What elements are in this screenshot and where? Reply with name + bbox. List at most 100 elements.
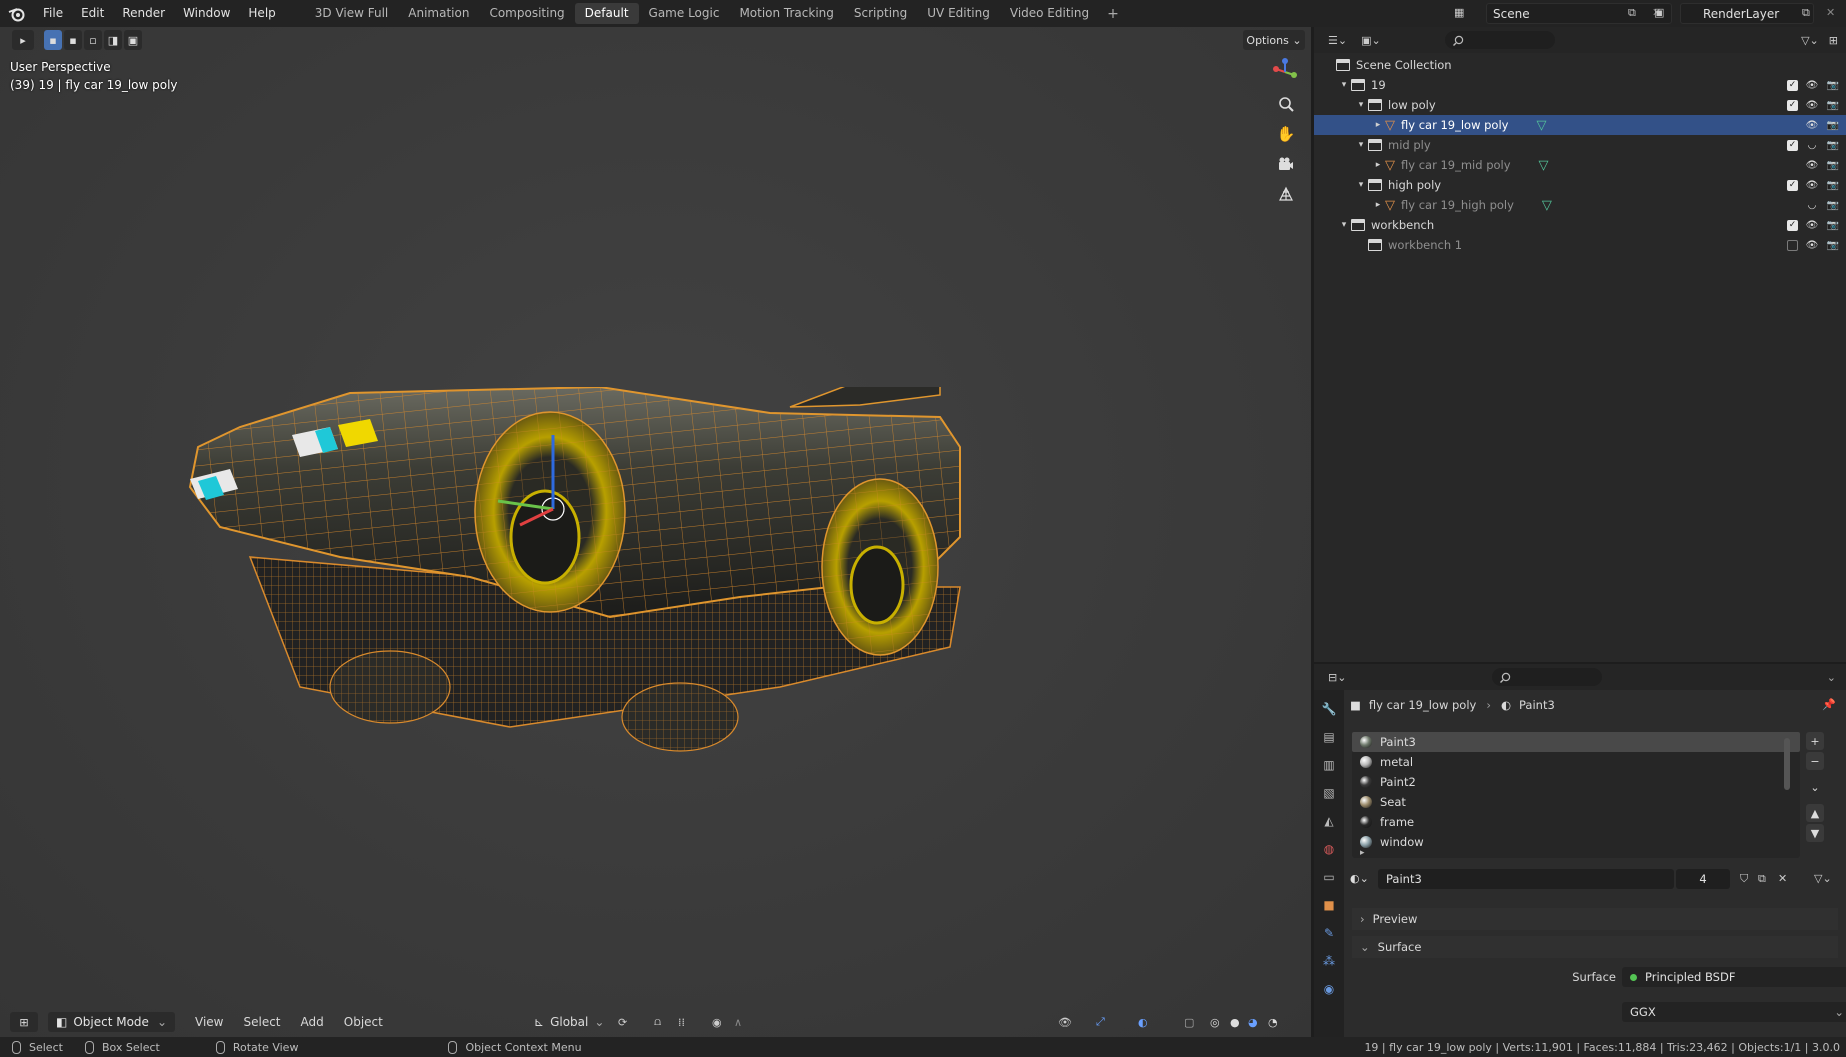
outliner-collection-row[interactable]: ▾ mid ply ✓ ◡ 📷 [1314, 135, 1846, 155]
material-slot-row[interactable]: frame [1352, 812, 1800, 832]
scene-selector[interactable]: Scene [1486, 3, 1672, 24]
mode-selector[interactable]: ◧ Object Mode ⌄ [48, 1012, 175, 1032]
render-camera-icon[interactable]: 📷 [1826, 100, 1840, 111]
3d-viewport[interactable]: ▸ ▪ ▪ ▫ ◨ ▣ Options ⌄ User Perspective (… [0, 27, 1311, 1037]
expand-triangle-icon[interactable]: ▸ [1360, 848, 1365, 858]
collapse-arrow-icon[interactable]: ▾ [1354, 180, 1368, 190]
gizmo-icon[interactable]: ⤢ [1096, 1015, 1105, 1029]
overlays-icon[interactable]: ◐ [1138, 1016, 1148, 1029]
add-slot-icon[interactable]: + [1806, 732, 1824, 750]
world-tab-icon[interactable]: ◍ [1318, 838, 1340, 860]
material-slot-row[interactable]: Paint2 [1352, 772, 1800, 792]
view-layer-tab-icon[interactable]: ▧ [1318, 782, 1340, 804]
visibility-icon[interactable]: 👁 [1058, 1016, 1072, 1029]
outliner-object-row[interactable]: ▸ ▽ fly car 19_mid poly ▽ 👁 📷 [1314, 155, 1846, 175]
new-scene-icon[interactable]: ⧉ [1628, 6, 1636, 20]
render-layer-browse-icon[interactable]: ▣ [1654, 6, 1664, 19]
slot-specials-icon[interactable]: ⌄ [1806, 778, 1824, 796]
xray-icon[interactable]: ▢ [1184, 1016, 1194, 1029]
fly-car-model[interactable] [180, 387, 1160, 787]
eye-icon[interactable]: 👁 [1805, 220, 1819, 231]
tab-uv-editing[interactable]: UV Editing [917, 3, 1000, 24]
display-mode-icon[interactable]: ☰⌄ [1328, 34, 1347, 47]
delete-render-layer-icon[interactable]: ✕ [1826, 6, 1835, 19]
particles-tab-icon[interactable]: ⁂ [1318, 950, 1340, 972]
mesh-data-icon[interactable]: ▽ [1539, 158, 1549, 173]
select-tool-icon[interactable]: ▸ [12, 30, 34, 50]
falloff-icon[interactable]: ∧ [734, 1016, 742, 1029]
snap-icon[interactable]: ⩍ [654, 1015, 661, 1029]
blender-logo-icon[interactable] [0, 0, 34, 27]
options-dropdown[interactable]: Options ⌄ [1243, 30, 1305, 50]
viewport-menu-object[interactable]: Object [334, 1015, 393, 1029]
render-camera-icon[interactable]: 📷 [1826, 220, 1840, 231]
render-camera-icon[interactable]: 📷 [1826, 240, 1840, 251]
filter-icon[interactable]: ▽⌄ [1801, 34, 1819, 47]
properties-search-input[interactable] [1492, 668, 1603, 686]
surface-panel-header[interactable]: ⌄ Surface [1352, 936, 1838, 958]
output-tab-icon[interactable]: ▥ [1318, 754, 1340, 776]
duplicate-material-icon[interactable]: ⧉ [1758, 872, 1766, 886]
solid-shading-icon[interactable]: ● [1230, 1016, 1240, 1029]
tab-video-editing[interactable]: Video Editing [1000, 3, 1099, 24]
menu-file[interactable]: File [34, 0, 72, 27]
exclude-checkbox[interactable]: ✓ [1787, 79, 1798, 91]
expand-arrow-icon[interactable]: ▸ [1371, 160, 1385, 170]
link-mode-icon[interactable]: ▽⌄ [1814, 872, 1832, 885]
pivot-point-icon[interactable]: ⟳ [618, 1016, 627, 1029]
eye-icon[interactable]: 👁 [1805, 240, 1819, 251]
material-slot-row[interactable]: metal [1352, 752, 1800, 772]
zoom-icon[interactable] [1273, 91, 1299, 117]
tab-default[interactable]: Default [574, 3, 639, 24]
eye-icon[interactable]: 👁 [1805, 120, 1819, 131]
chevron-down-icon[interactable]: ⌄ [1827, 671, 1836, 684]
render-camera-icon[interactable]: 📷 [1826, 80, 1840, 91]
camera-view-icon[interactable] [1273, 151, 1299, 177]
viewport-menu-view[interactable]: View [185, 1015, 233, 1029]
menu-edit[interactable]: Edit [72, 0, 113, 27]
exclude-checkbox[interactable] [1787, 239, 1798, 251]
render-camera-icon[interactable]: 📷 [1826, 180, 1840, 191]
scene-browse-icon[interactable]: ▦ [1454, 6, 1464, 19]
add-workspace-button[interactable]: + [1099, 6, 1127, 22]
move-up-icon[interactable]: ▲ [1806, 804, 1824, 822]
eye-icon[interactable]: 👁 [1805, 180, 1819, 191]
eye-icon[interactable]: 👁 [1805, 100, 1819, 111]
outliner-collection-row[interactable]: ▾ 19 ✓ 👁 📷 [1314, 75, 1846, 95]
mesh-data-icon[interactable]: ▽ [1536, 118, 1546, 133]
material-slot-row[interactable]: window [1352, 832, 1800, 852]
select-new-icon[interactable]: ▪ [44, 30, 62, 50]
render-camera-icon[interactable]: 📷 [1826, 200, 1840, 211]
select-invert-icon[interactable]: ◨ [104, 30, 122, 50]
select-extend-icon[interactable]: ▪ [64, 30, 82, 50]
surface-shader-field[interactable]: Principled BSDF [1622, 967, 1846, 987]
fake-user-icon[interactable]: ⛉ [1740, 872, 1748, 886]
tab-3d-view-full[interactable]: 3D View Full [305, 3, 399, 24]
viewport-menu-select[interactable]: Select [233, 1015, 290, 1029]
tab-scripting[interactable]: Scripting [844, 3, 917, 24]
move-down-icon[interactable]: ▼ [1806, 824, 1824, 842]
render-camera-icon[interactable]: 📷 [1826, 160, 1840, 171]
rendered-shading-icon[interactable]: ◔ [1268, 1016, 1278, 1029]
eye-closed-icon[interactable]: ◡ [1805, 200, 1819, 211]
render-layer-selector[interactable]: RenderLayer [1680, 3, 1814, 24]
material-shading-icon[interactable]: ◕ [1248, 1016, 1258, 1029]
select-subtract-icon[interactable]: ▫ [84, 30, 102, 50]
menu-help[interactable]: Help [239, 0, 284, 27]
pin-icon[interactable]: 📌 [1822, 698, 1836, 711]
exclude-checkbox[interactable]: ✓ [1787, 139, 1798, 151]
tab-game-logic[interactable]: Game Logic [639, 3, 730, 24]
viewport-menu-add[interactable]: Add [291, 1015, 334, 1029]
material-list-scrollbar[interactable] [1784, 738, 1790, 790]
outliner-object-row[interactable]: ▸ ▽ fly car 19_low poly ▽ 👁 📷 [1314, 115, 1846, 135]
scene-collection-row[interactable]: Scene Collection [1314, 55, 1846, 75]
outliner-collection-row[interactable]: ▾ low poly ✓ 👁 📷 [1314, 95, 1846, 115]
eye-icon[interactable]: 👁 [1805, 160, 1819, 171]
material-name-field[interactable]: Paint3 [1378, 869, 1674, 889]
new-collection-icon[interactable]: ⊞ [1829, 34, 1838, 47]
scene-tab-icon[interactable]: ◭ [1318, 810, 1340, 832]
material-slot-row[interactable]: Paint3 [1352, 732, 1800, 752]
expand-arrow-icon[interactable]: ▸ [1371, 200, 1385, 210]
mesh-data-icon[interactable]: ▽ [1542, 198, 1552, 213]
wireframe-shading-icon[interactable]: ◎ [1210, 1016, 1220, 1029]
